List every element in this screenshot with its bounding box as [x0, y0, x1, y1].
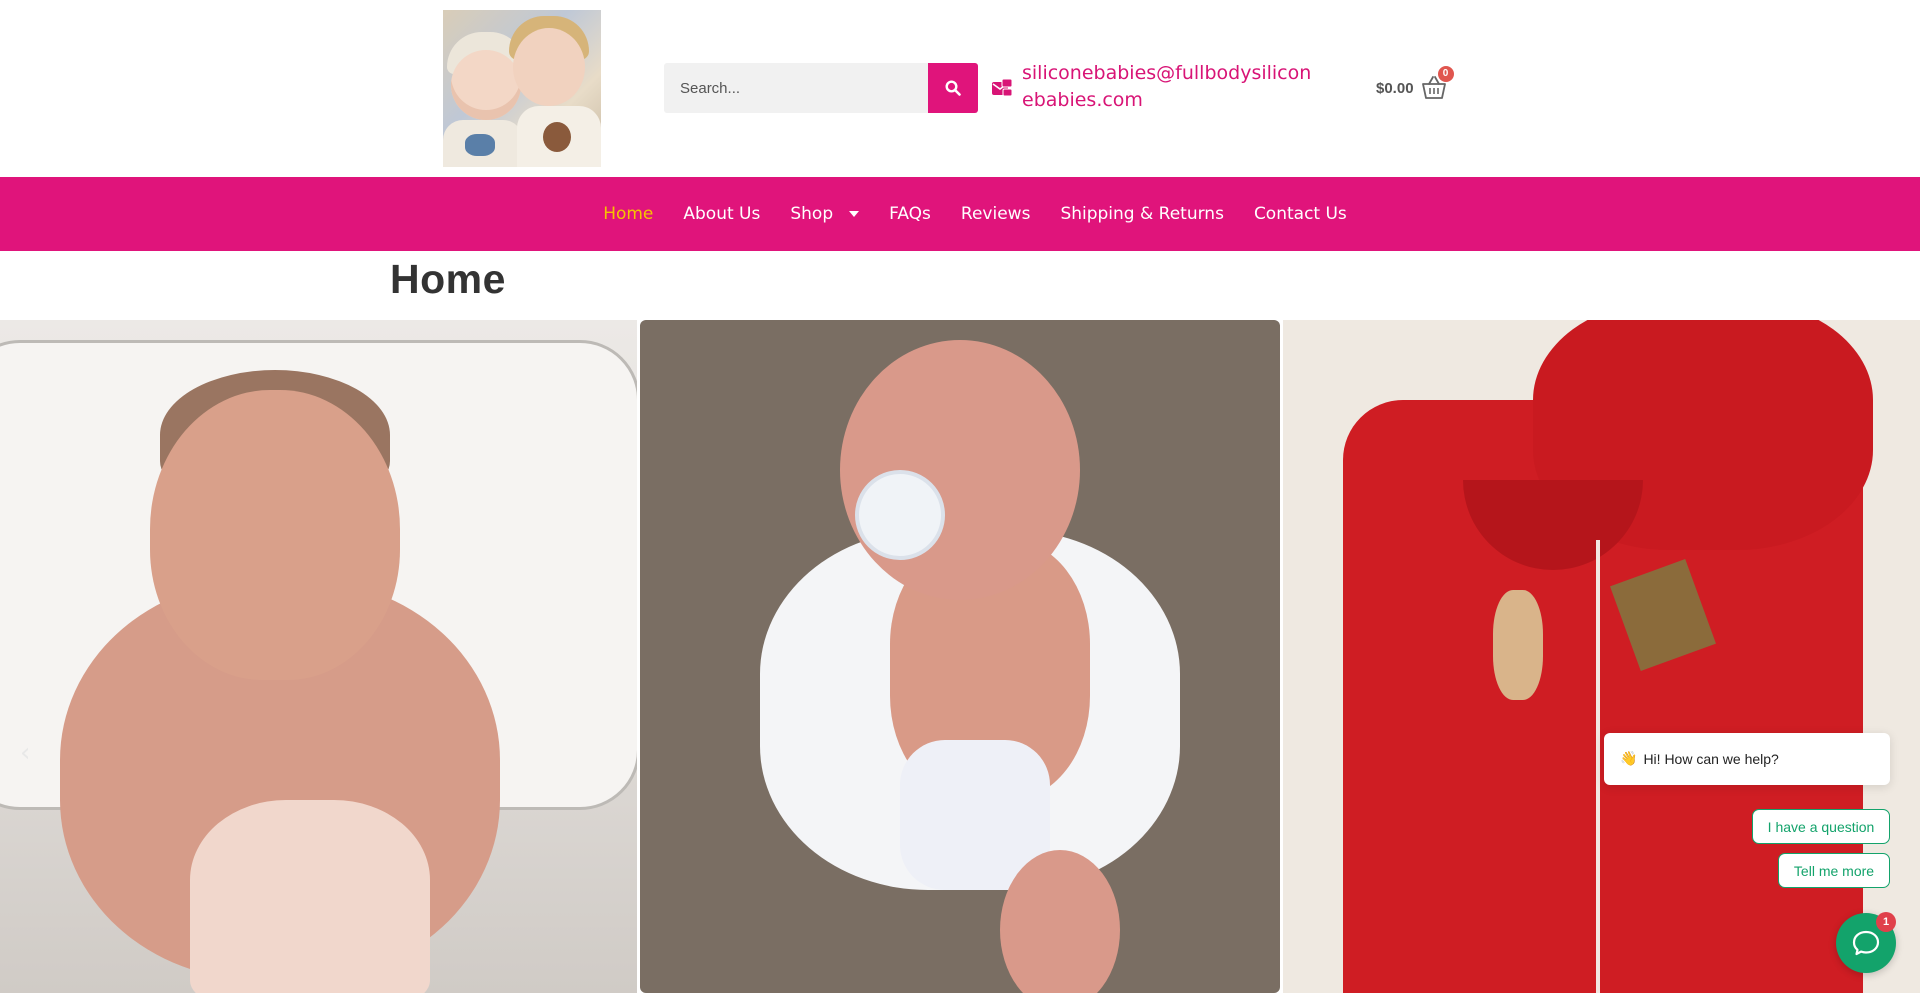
carousel-slide-image[interactable]: [0, 320, 637, 993]
photo-seam: [1596, 540, 1600, 993]
nav-item-faqs[interactable]: FAQs: [874, 204, 946, 224]
nav-item-contact-us[interactable]: Contact Us: [1239, 204, 1362, 224]
carousel-slide-image[interactable]: [640, 320, 1280, 993]
chat-greeting-text: Hi! How can we help?: [1643, 751, 1779, 767]
nav-item-label: Reviews: [960, 204, 1031, 224]
nav-item-reviews[interactable]: Reviews: [946, 204, 1046, 224]
main-nav: Home About Us Shop FAQs Reviews Shipping…: [0, 177, 1920, 251]
search-input[interactable]: [664, 63, 928, 113]
carousel-slide-image[interactable]: [1283, 320, 1920, 993]
nav-item-label: Home: [603, 204, 654, 224]
photo-baby-head: [150, 390, 400, 680]
waving-hand-icon: 👋: [1620, 751, 1638, 767]
site-logo[interactable]: [443, 10, 601, 167]
contact-email-block: siliconebabies@fullbodysiliconebabies.co…: [990, 60, 1330, 116]
photo-bunny-embroidery: [1493, 590, 1543, 700]
photo-diaper: [190, 800, 430, 993]
photo-baby-leg: [1000, 850, 1120, 993]
photo-baby-head: [840, 340, 1080, 600]
search-icon: [945, 80, 961, 96]
chevron-down-icon[interactable]: [849, 211, 860, 217]
logo-art: [543, 122, 571, 152]
chat-greeting: 👋 Hi! How can we help?: [1604, 733, 1890, 785]
logo-art: [513, 28, 585, 106]
mini-cart[interactable]: $0.00 0: [1376, 66, 1454, 106]
search-form: [664, 63, 978, 113]
photo-pacifier: [855, 470, 945, 560]
carousel-prev-arrow[interactable]: ‹: [20, 738, 38, 768]
cart-count-badge: 0: [1437, 66, 1454, 82]
chat-option-tell-more[interactable]: Tell me more: [1778, 853, 1890, 888]
nav-item-about-us[interactable]: About Us: [668, 204, 775, 224]
nav-item-label: About Us: [683, 204, 761, 224]
chat-unread-badge: 1: [1876, 912, 1896, 932]
nav-item-shop[interactable]: Shop: [775, 204, 874, 224]
nav-item-shipping-returns[interactable]: Shipping & Returns: [1045, 204, 1239, 224]
cart-total: $0.00: [1376, 79, 1414, 97]
page-title: Home: [390, 256, 506, 302]
nav-item-label: Shop: [790, 204, 834, 224]
nav-item-label: Shipping & Returns: [1060, 204, 1224, 224]
cart-icon[interactable]: 0: [1420, 66, 1454, 102]
chat-icon: [1852, 930, 1880, 956]
envelope-icon: [992, 78, 1013, 97]
search-button[interactable]: [928, 63, 978, 113]
contact-email-link[interactable]: siliconebabies@fullbodysiliconebabies.co…: [1022, 60, 1322, 114]
logo-art: [451, 50, 521, 120]
image-carousel[interactable]: ‹: [0, 320, 1920, 993]
chat-option-question[interactable]: I have a question: [1752, 809, 1890, 844]
site-header: siliconebabies@fullbodysiliconebabies.co…: [0, 0, 1920, 177]
nav-item-home[interactable]: Home: [588, 204, 668, 224]
nav-item-label: Contact Us: [1253, 204, 1347, 224]
nav-list: Home About Us Shop FAQs Reviews Shipping…: [588, 204, 1362, 224]
nav-item-label: FAQs: [889, 204, 931, 224]
logo-art: [465, 134, 495, 156]
